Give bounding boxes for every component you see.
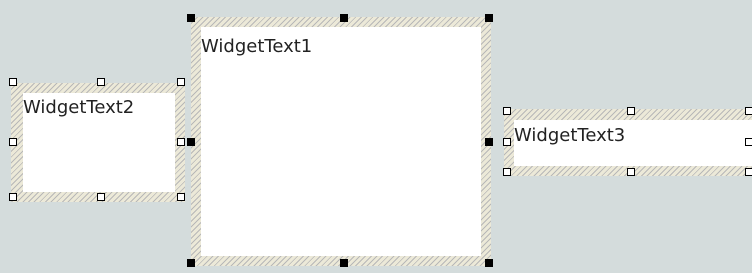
resize-handle-sw[interactable] (9, 193, 17, 201)
resize-handle-s[interactable] (627, 168, 635, 176)
resize-handle-n[interactable] (97, 78, 105, 86)
resize-handle-w[interactable] (9, 138, 17, 146)
resize-handle-n[interactable] (627, 107, 635, 115)
resize-handle-se[interactable] (177, 193, 185, 201)
resize-handle-nw[interactable] (187, 14, 195, 22)
resize-handle-s[interactable] (97, 193, 105, 201)
resize-handle-e[interactable] (177, 138, 185, 146)
resize-handle-ne[interactable] (177, 78, 185, 86)
resize-handle-se[interactable] (485, 259, 493, 267)
resize-handle-ne[interactable] (485, 14, 493, 22)
resize-handle-n[interactable] (340, 14, 348, 22)
widget-text-label: WidgetText3 (514, 125, 626, 146)
widget-text-label: WidgetText2 (23, 97, 135, 118)
text-widget[interactable]: WidgetText2 (23, 93, 175, 192)
resize-handle-e[interactable] (745, 138, 752, 146)
text-widget[interactable]: WidgetText1 (201, 27, 481, 256)
resize-handle-e[interactable] (485, 138, 493, 146)
widget-text-label: WidgetText1 (201, 36, 313, 57)
resize-handle-w[interactable] (187, 138, 195, 146)
resize-handle-s[interactable] (340, 259, 348, 267)
resize-handle-se[interactable] (745, 168, 752, 176)
resize-handle-ne[interactable] (745, 107, 752, 115)
resize-handle-sw[interactable] (187, 259, 195, 267)
text-widget[interactable]: WidgetText3 (514, 120, 752, 166)
resize-handle-nw[interactable] (503, 107, 511, 115)
resize-handle-nw[interactable] (9, 78, 17, 86)
resize-handle-sw[interactable] (503, 168, 511, 176)
resize-handle-w[interactable] (503, 138, 511, 146)
